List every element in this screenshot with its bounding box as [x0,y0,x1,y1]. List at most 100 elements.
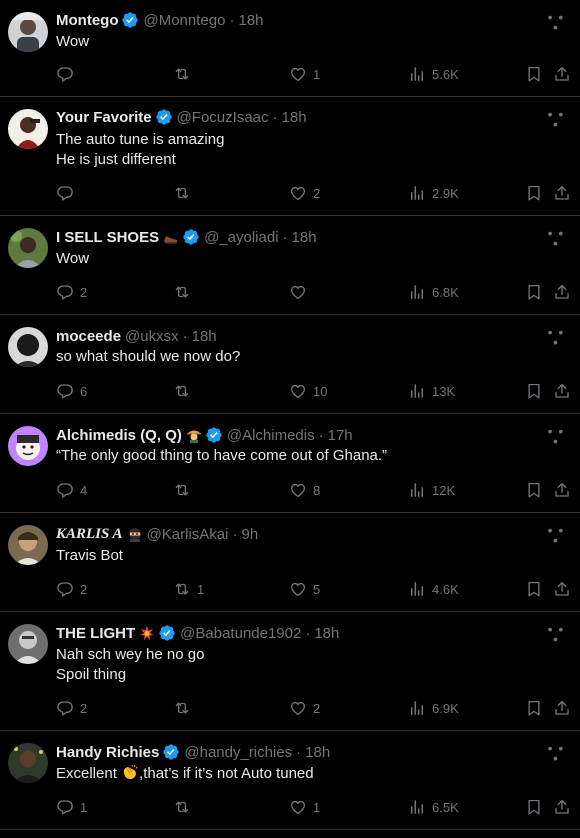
share-button[interactable] [553,282,571,302]
collision-emoji-icon [140,626,155,640]
tweet[interactable]: Handy Richies @handy_richies · 18h • • •… [0,731,580,830]
views-button[interactable]: 5.6K [408,64,459,84]
timestamp[interactable]: 9h [241,526,258,543]
avatar[interactable] [8,426,48,466]
reply-button[interactable]: 2 [56,282,87,302]
timestamp[interactable]: 18h [305,744,330,761]
avatar[interactable] [8,228,48,268]
user-handle[interactable]: @Monntego [143,12,225,29]
display-name[interactable]: THE LIGHT [56,625,135,642]
bookmark-button[interactable] [525,698,543,718]
more-options-icon[interactable]: • • • [546,523,566,547]
timestamp[interactable]: 18h [282,109,307,126]
share-button[interactable] [553,579,571,599]
avatar[interactable] [8,525,48,565]
views-button[interactable]: 2.9K [408,183,459,203]
timestamp[interactable]: 18h [238,12,263,29]
more-options-icon[interactable]: • • • [546,107,566,131]
share-button[interactable] [553,64,571,84]
bookmark-button[interactable] [525,480,543,500]
display-name[interactable]: KARLIS A [56,526,123,543]
timestamp[interactable]: 17h [328,427,353,444]
retweet-button[interactable]: 1 [173,579,204,599]
tweet[interactable]: moceede @ukxsx · 18h • • • so what shoul… [0,315,580,414]
tweet[interactable]: Your Favorite @FocuzIsaac · 18h • • • Th… [0,97,580,216]
user-handle[interactable]: @Babatunde1902 [180,625,301,642]
like-button[interactable]: 8 [289,480,320,500]
more-options-icon[interactable]: • • • [546,424,566,448]
tweet[interactable]: Alchimedis (Q, Q) @Alchimedis · 17h • • … [0,414,580,513]
timestamp[interactable]: 18h [314,625,339,642]
views-button[interactable]: 12K [408,480,455,500]
reply-button[interactable]: 2 [56,698,87,718]
views-button[interactable]: 6.5K [408,797,459,817]
like-button[interactable] [289,282,313,302]
avatar[interactable] [8,109,48,149]
share-button[interactable] [553,480,571,500]
retweet-button[interactable] [173,698,197,718]
display-name[interactable]: Montego [56,12,118,29]
avatar[interactable] [8,12,48,52]
retweet-button[interactable] [173,282,197,302]
like-button[interactable]: 1 [289,797,320,817]
bookmark-button[interactable] [525,282,543,302]
timestamp[interactable]: 18h [192,328,217,345]
like-count: 5 [313,581,321,597]
view-count: 6.5K [432,799,459,815]
more-options-icon[interactable]: • • • [546,325,566,349]
share-button[interactable] [553,698,571,718]
retweet-button[interactable] [173,480,197,500]
avatar[interactable] [8,743,48,783]
more-options-icon[interactable]: • • • [546,226,566,250]
display-name[interactable]: moceede [56,328,121,345]
views-button[interactable]: 6.8K [408,282,459,302]
reply-button[interactable]: 1 [56,797,87,817]
reply-button[interactable] [56,64,80,84]
views-button[interactable]: 4.6K [408,579,459,599]
share-button[interactable] [553,183,571,203]
more-options-icon[interactable]: • • • [546,622,566,646]
bookmark-button[interactable] [525,183,543,203]
display-name[interactable]: Alchimedis (Q, Q) [56,427,182,444]
bookmark-button[interactable] [525,579,543,599]
retweet-button[interactable] [173,183,197,203]
reply-button[interactable] [56,183,80,203]
bookmark-button[interactable] [525,381,543,401]
share-button[interactable] [553,381,571,401]
more-options-icon[interactable]: • • • [546,10,566,34]
tweet[interactable]: THE LIGHT @Babatunde1902 · 18h • • • Nah… [0,612,580,731]
display-name[interactable]: Handy Richies [56,744,159,761]
avatar[interactable] [8,327,48,367]
bookmark-button[interactable] [525,64,543,84]
share-button[interactable] [553,797,571,817]
user-handle[interactable]: @KarlisAkai [147,526,229,543]
tweet[interactable]: KARLIS A @KarlisAkai · 9h • • • Travis B… [0,513,580,612]
reply-button[interactable]: 6 [56,381,87,401]
like-button[interactable]: 2 [289,698,320,718]
views-button[interactable]: 13K [408,381,455,401]
like-button[interactable]: 2 [289,183,320,203]
like-button[interactable]: 10 [289,381,327,401]
like-button[interactable]: 1 [289,64,320,84]
reply-button[interactable]: 2 [56,579,87,599]
user-handle[interactable]: @FocuzIsaac [177,109,269,126]
more-options-icon[interactable]: • • • [546,741,566,765]
user-handle[interactable]: @Alchimedis [227,427,315,444]
display-name[interactable]: Your Favorite [56,109,152,126]
display-name[interactable]: I SELL SHOES [56,229,159,246]
reply-button[interactable]: 4 [56,480,87,500]
retweet-button[interactable] [173,797,197,817]
user-handle[interactable]: @_ayoliadi [204,229,278,246]
retweet-button[interactable] [173,381,197,401]
timestamp[interactable]: 18h [292,229,317,246]
user-handle[interactable]: @ukxsx [125,328,179,345]
like-button[interactable]: 5 [289,579,320,599]
user-handle[interactable]: @handy_richies [184,744,292,761]
tweet[interactable]: Montego @Monntego · 18h • • • Wow 1 5.6K [0,0,580,97]
retweet-button[interactable] [173,64,197,84]
views-button[interactable]: 6.9K [408,698,459,718]
avatar[interactable] [8,624,48,664]
views-icon [408,184,426,202]
bookmark-button[interactable] [525,797,543,817]
tweet[interactable]: I SELL SHOES @_ayoliadi · 18h • • • Wow … [0,216,580,315]
